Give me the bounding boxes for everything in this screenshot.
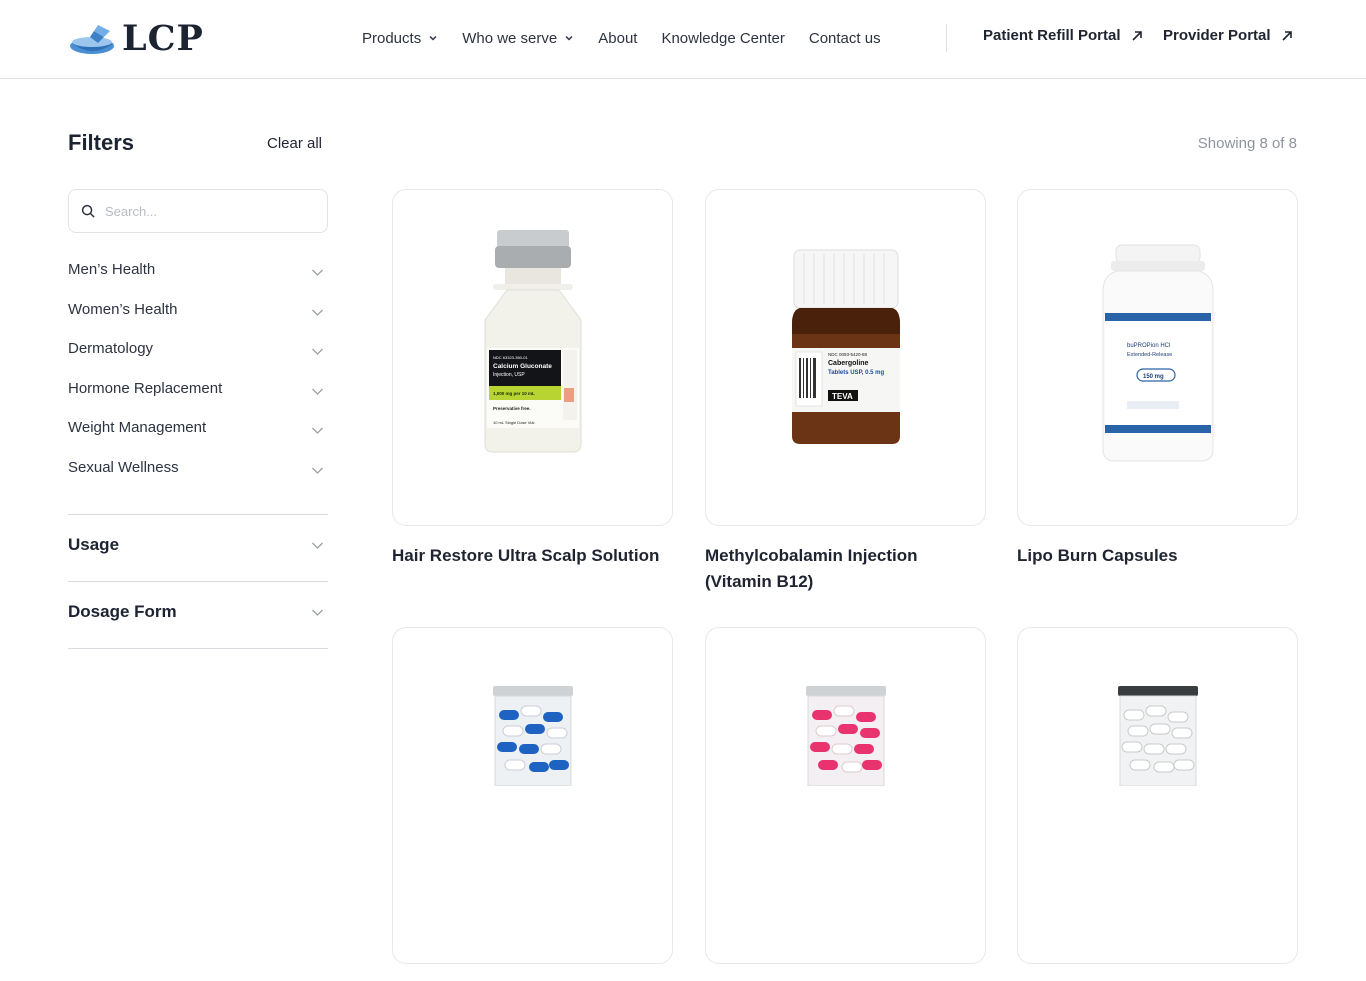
- section-divider: [68, 514, 328, 515]
- section-label: Dosage Form: [68, 602, 177, 621]
- chevron-down-icon: [312, 388, 323, 395]
- chevron-down-icon: [312, 542, 323, 549]
- amber-brand: TEVA: [832, 392, 853, 401]
- chevron-down-icon: [312, 309, 323, 316]
- clear-all-button[interactable]: Clear all: [267, 135, 322, 152]
- white-sub: Extended-Release: [1127, 352, 1172, 358]
- product-card[interactable]: [705, 627, 986, 981]
- chevron-down-icon: [312, 609, 323, 616]
- product-card[interactable]: NDC 0093-5420-88 Cabergoline Tablets USP…: [705, 189, 986, 595]
- white-name: buPROPion HCl: [1127, 343, 1170, 349]
- vial-preservative: Preservative free.: [493, 406, 531, 411]
- chevron-down-icon: [565, 35, 573, 41]
- product-title[interactable]: Lipo Burn Capsules: [1017, 543, 1298, 569]
- category-womens-health[interactable]: Women’s Health: [68, 300, 328, 340]
- filters-title: Filters: [68, 130, 135, 155]
- chevron-down-icon: [312, 348, 323, 356]
- amber-ndc: NDC 0093-5420-88: [828, 352, 868, 357]
- category-dermatology[interactable]: Dermatology: [68, 339, 328, 379]
- nav-who-we-serve[interactable]: Who we serve: [462, 30, 574, 47]
- logo[interactable]: LCP: [68, 20, 204, 58]
- nav-label: About: [598, 29, 638, 47]
- bupropion-white-bottle-image: buPROPion HCl Extended-Release 150 mg: [1102, 244, 1213, 461]
- nav-knowledge-center[interactable]: Knowledge Center: [661, 30, 784, 47]
- category-sexual-wellness[interactable]: Sexual Wellness: [68, 458, 328, 498]
- vial-name: Calcium Gluconate: [493, 363, 552, 370]
- product-image[interactable]: [705, 627, 986, 964]
- category-filter-list: Men’s Health Women’s Health Dermatology …: [68, 260, 328, 498]
- search-input[interactable]: [105, 203, 315, 219]
- arrow-up-right-icon: [1131, 30, 1142, 41]
- section-label: Usage: [68, 535, 120, 554]
- chevron-down-icon: [312, 427, 323, 435]
- search-icon: [81, 204, 95, 218]
- product-title[interactable]: Hair Restore Ultra Scalp Solution: [392, 543, 673, 569]
- vial-strength: 1,000 mg per 10 mL: [493, 391, 535, 396]
- section-divider: [68, 648, 328, 649]
- portal-label: Patient Refill Portal: [983, 27, 1121, 44]
- category-mens-health[interactable]: Men’s Health: [68, 260, 328, 300]
- nav-about[interactable]: About: [598, 30, 637, 47]
- nav-contact-us[interactable]: Contact us: [809, 30, 881, 47]
- category-label: Men’s Health: [68, 261, 156, 278]
- main-nav: Products Who we serve About Knowledge Ce…: [362, 27, 905, 49]
- vial-ndc: NDC 63323-360-01: [493, 355, 528, 360]
- amber-sub: Tablets USP, 0.5 mg: [828, 370, 884, 376]
- pink-white-capsule-jar-image: [805, 686, 886, 786]
- product-image[interactable]: buPROPion HCl Extended-Release 150 mg: [1017, 189, 1298, 526]
- chevron-down-icon: [312, 467, 323, 474]
- product-image[interactable]: [392, 627, 673, 964]
- product-card[interactable]: NDC 63323-360-01 Calcium Gluconate Injec…: [392, 189, 673, 569]
- product-card[interactable]: [1017, 627, 1298, 981]
- nav-label: Products: [362, 29, 422, 47]
- white-strength: 150 mg: [1143, 374, 1164, 380]
- mortar-pestle-logo-icon: [70, 25, 114, 54]
- filter-search[interactable]: [68, 189, 328, 233]
- portal-label: Provider Portal: [1163, 27, 1271, 44]
- logo-text: LCP: [122, 18, 204, 59]
- product-image[interactable]: [1017, 627, 1298, 964]
- chevron-down-icon: [429, 35, 437, 41]
- nav-divider: [946, 24, 947, 52]
- product-card[interactable]: [392, 627, 673, 981]
- category-label: Dermatology: [68, 340, 154, 358]
- product-image[interactable]: NDC 63323-360-01 Calcium Gluconate Injec…: [392, 189, 673, 526]
- nav-label: Who we serve: [462, 29, 558, 47]
- amber-name: Cabergoline: [828, 360, 869, 367]
- arrow-up-right-icon: [1281, 30, 1292, 41]
- chevron-down-icon: [312, 269, 323, 276]
- provider-portal-link[interactable]: Provider Portal: [1163, 27, 1293, 44]
- cabergoline-amber-bottle-image: NDC 0093-5420-88 Cabergoline Tablets USP…: [791, 249, 900, 444]
- white-capsule-jar-image: [1117, 686, 1198, 786]
- nav-label: Contact us: [808, 29, 881, 47]
- blue-white-capsule-jar-image: [492, 686, 573, 786]
- usage-filter-toggle[interactable]: Usage: [68, 535, 328, 555]
- nav-products[interactable]: Products: [362, 30, 438, 47]
- category-label: Sexual Wellness: [68, 458, 179, 476]
- category-label: Weight Management: [68, 419, 207, 437]
- product-card[interactable]: buPROPion HCl Extended-Release 150 mg Li…: [1017, 189, 1298, 569]
- dosage-form-filter-toggle[interactable]: Dosage Form: [68, 602, 328, 622]
- patient-refill-portal-link[interactable]: Patient Refill Portal: [983, 27, 1143, 44]
- category-weight-management[interactable]: Weight Management: [68, 418, 328, 458]
- calcium-gluconate-vial-image: NDC 63323-360-01 Calcium Gluconate Injec…: [484, 229, 581, 452]
- product-image[interactable]: NDC 0093-5420-88 Cabergoline Tablets USP…: [705, 189, 986, 526]
- product-title[interactable]: Methylcobalamin Injection (Vitamin B12): [705, 543, 986, 595]
- category-label: Women’s Health: [68, 300, 178, 318]
- nav-label: Knowledge Center: [661, 29, 785, 47]
- site-header: LCP Products Who we serve About Knowledg…: [0, 0, 1366, 79]
- section-divider: [68, 581, 328, 582]
- vial-sub: Injection, USP: [493, 372, 525, 378]
- vial-size: 10 mL Single Dose Vial: [493, 420, 534, 425]
- results-count: Showing 8 of 8: [1197, 135, 1297, 152]
- category-label: Hormone Replacement: [68, 379, 223, 397]
- category-hormone-replacement[interactable]: Hormone Replacement: [68, 379, 328, 419]
